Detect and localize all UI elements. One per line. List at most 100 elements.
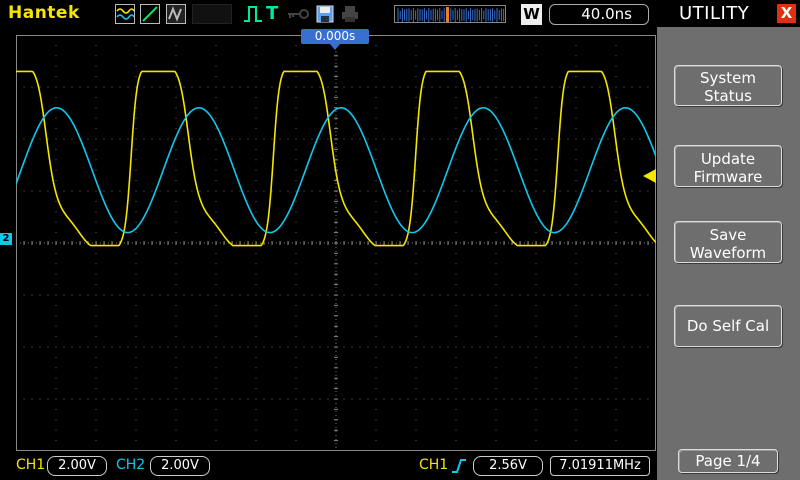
grid-dot [175,408,177,410]
grid-dot [415,86,417,88]
grid-dot [495,325,497,327]
grid-dot [487,294,489,296]
grid-dot [631,398,633,400]
trigger-level-marker[interactable] [643,169,656,183]
grid-dot [311,398,313,400]
grid-dot [71,294,73,296]
pulse-trigger-icon[interactable] [243,4,263,24]
grid-dot [351,86,353,88]
grid-dot [615,169,617,171]
grid-dot [215,169,217,171]
grid-dot [55,65,57,67]
grid-dot [535,356,537,358]
line-mode-icon[interactable] [140,4,160,24]
grid-dot [375,367,377,369]
grid-dot [583,86,585,88]
ch2-ground-marker[interactable]: 2 [0,233,12,245]
grid-dot [391,86,393,88]
grid-dot [639,294,641,296]
grid-dot [455,336,457,338]
grid-dot [535,190,537,192]
grid-dot [567,190,569,192]
grid-dot [511,86,513,88]
grid-dot [295,232,297,234]
grid-dot [343,86,345,88]
grid-dot [479,398,481,400]
grid-dot [127,138,129,140]
grid-dot [279,346,281,348]
grid-dot [215,336,217,338]
grid-dot [255,419,257,421]
grid-dot [215,304,217,306]
grid-dot [375,398,377,400]
grid-dot [415,294,417,296]
grid-dot [455,419,457,421]
grid-dot [455,180,457,182]
do-self-cal-button[interactable]: Do Self Cal [674,305,782,347]
grid-dot [623,346,625,348]
grid-dot [495,284,497,286]
grid-dot [351,138,353,140]
grid-dot [47,294,49,296]
save-icon[interactable] [315,4,335,24]
grid-dot [287,346,289,348]
grid-dot [295,336,297,338]
grid-dot [527,190,529,192]
waveform-icon[interactable] [115,4,135,24]
grid-dot [231,138,233,140]
memory-timeline[interactable] [394,5,506,23]
grid-dot [535,304,537,306]
grid-dot [79,190,81,192]
grid-dot [295,96,297,98]
ch2-scale[interactable]: 2.00V [150,456,210,476]
grid-dot [271,86,273,88]
grid-dot [175,159,177,161]
grid-dot [519,294,521,296]
grid-dot [367,346,369,348]
close-icon[interactable]: X [777,4,796,23]
grid-dot [255,252,257,254]
grid-dot [375,200,377,202]
grid-dot [415,284,417,286]
system-status-button[interactable]: System Status [674,65,782,106]
grid-dot [135,159,137,161]
trigger-position-readout[interactable]: 0.000s [301,29,369,44]
grid-dot [455,398,457,400]
grid-dot [351,190,353,192]
grid-dot [423,294,425,296]
grid-dot [175,169,177,171]
grid-dot [551,294,553,296]
ch1-scale[interactable]: 2.00V [47,456,107,476]
grid-dot [55,304,57,306]
grid-dot [247,398,249,400]
menu-title-bar: UTILITY X [657,0,800,27]
grid-dot [615,419,617,421]
save-waveform-button[interactable]: Save Waveform [674,221,782,263]
grid-dot [175,263,177,265]
grid-dot [439,86,441,88]
grid-dot [447,138,449,140]
grid-dot [103,294,105,296]
grid-dot [575,44,577,46]
trigger-T-icon[interactable]: T [266,3,280,24]
grid-dot [575,315,577,317]
grid-dot [535,96,537,98]
grid-dot [167,190,169,192]
persistence-icon[interactable] [166,4,186,24]
grid-dot [575,419,577,421]
grid-dot [95,367,97,369]
grid-dot [255,96,257,98]
grid-dot [391,294,393,296]
trigger-level-readout[interactable]: 2.56V [473,456,543,476]
grid-dot [135,284,137,286]
grid-dot [135,419,137,421]
update-firmware-button[interactable]: Update Firmware [674,145,782,187]
grid-dot [415,190,417,192]
grid-dot [255,148,257,150]
grid-dot [319,346,321,348]
grid-dot [615,65,617,67]
grid-dot [583,294,585,296]
grid-dot [23,294,25,296]
page-button[interactable]: Page 1/4 [678,449,778,473]
grid-dot [295,107,297,109]
